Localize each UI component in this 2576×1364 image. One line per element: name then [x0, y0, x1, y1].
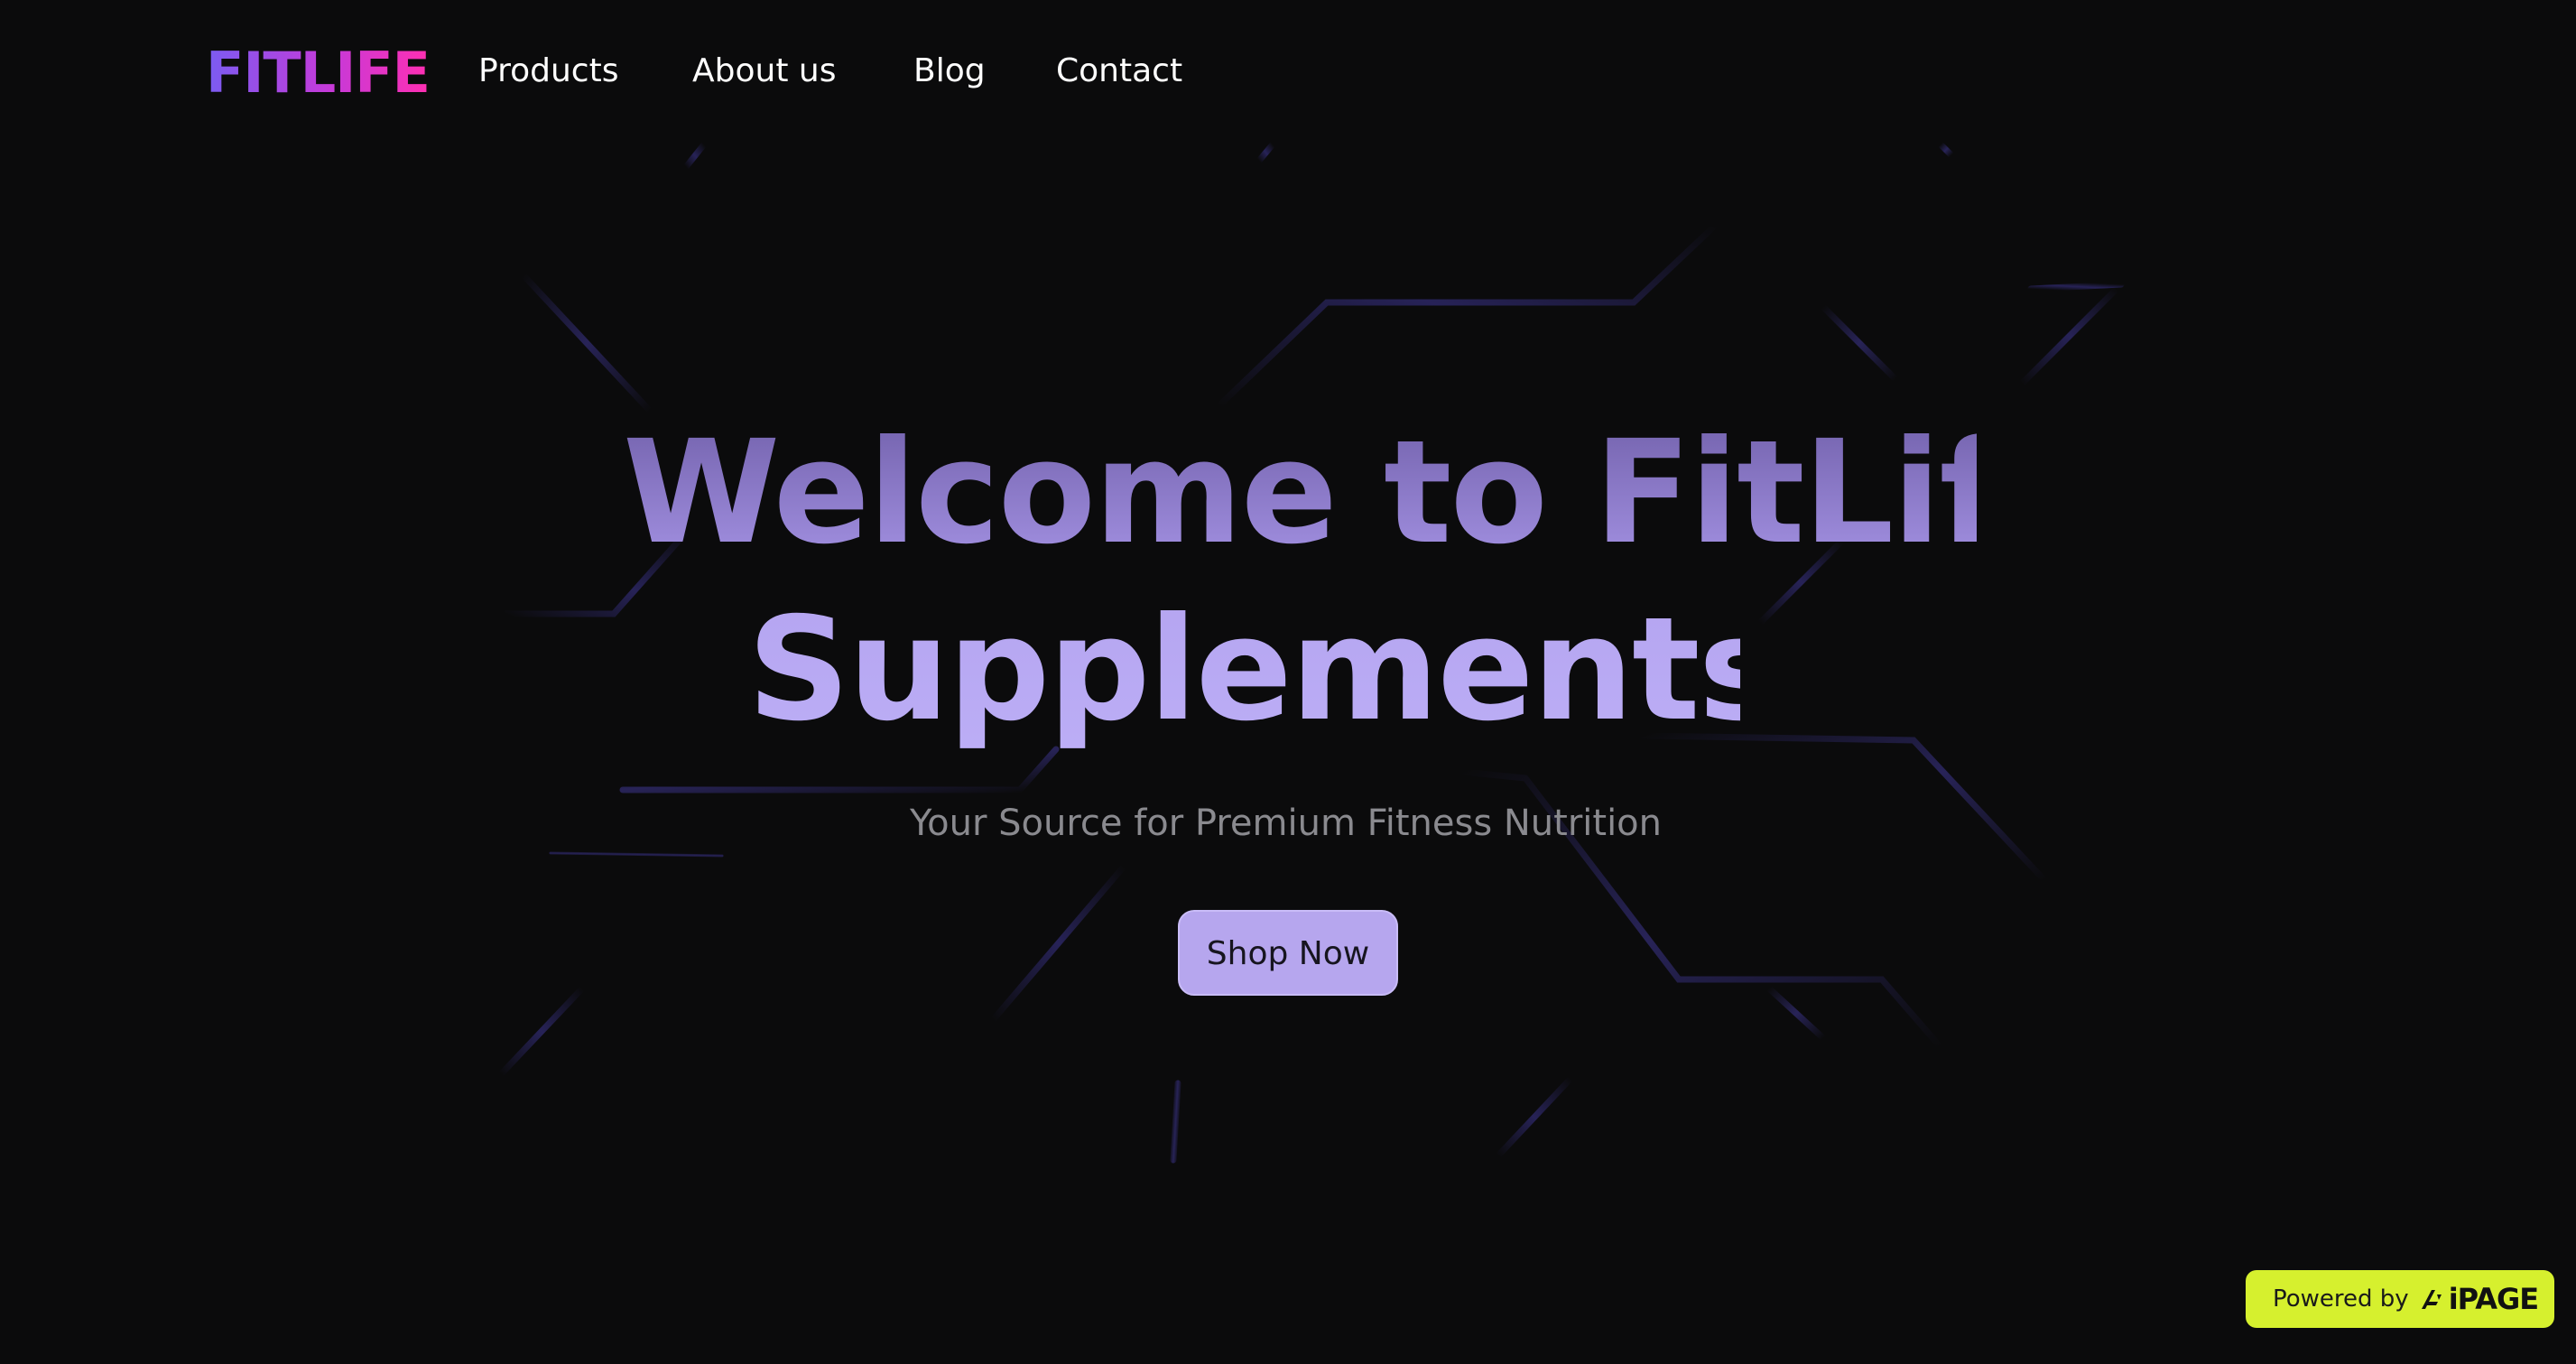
- hero-title: Welcome to FitLife Supplements: [0, 404, 2576, 758]
- landing-page: FITLIFE Products About us Blog Contact W…: [0, 0, 2576, 1364]
- nav-item-products[interactable]: Products: [478, 51, 618, 92]
- aipage-logo-icon: [2421, 1290, 2442, 1309]
- nav-item-blog[interactable]: Blog: [913, 51, 986, 92]
- powered-by-badge[interactable]: Powered by iPAGE: [2246, 1270, 2554, 1328]
- aipage-logo: iPAGE: [2420, 1282, 2539, 1316]
- powered-by-label: Powered by: [2273, 1285, 2409, 1313]
- hero-title-line-1: Welcome to FitLife: [0, 404, 2096, 581]
- shop-now-button[interactable]: Shop Now: [1178, 910, 1398, 996]
- hero-title-line-2: Supplements: [0, 581, 1784, 758]
- nav-item-contact[interactable]: Contact: [1056, 51, 1182, 92]
- hero-subtitle: Your Source for Premium Fitness Nutritio…: [910, 803, 1663, 844]
- navbar: FITLIFE Products About us Blog Contact: [0, 0, 2576, 144]
- nav-item-about-us[interactable]: About us: [692, 51, 836, 92]
- fitlife-logo[interactable]: FITLIFE: [206, 42, 431, 105]
- aipage-logo-text: iPAGE: [2448, 1282, 2539, 1316]
